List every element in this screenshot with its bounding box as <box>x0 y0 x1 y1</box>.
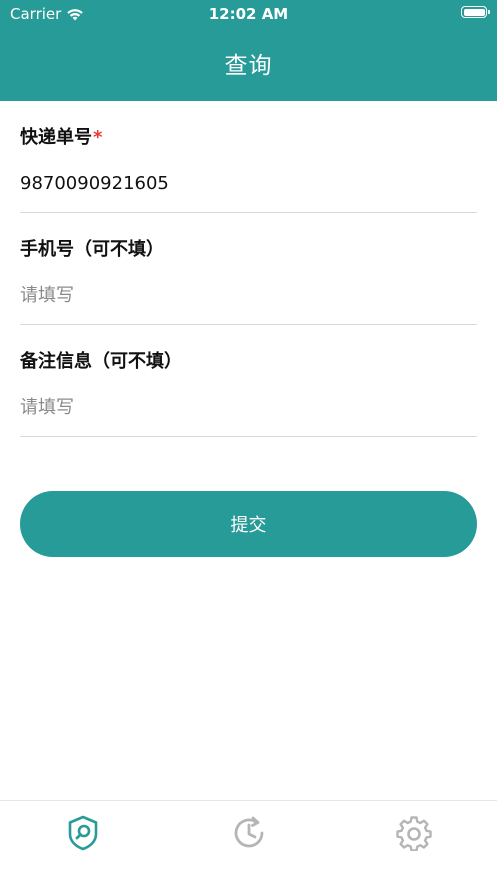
remark-label: 备注信息（可不填） <box>20 351 182 372</box>
tracking-number-label-text: 快递单号 <box>20 127 92 148</box>
tab-query[interactable] <box>63 813 103 853</box>
gear-icon <box>396 816 432 851</box>
app-header: Carrier 12:02 AM 查询 <box>0 0 497 101</box>
submit-button[interactable]: 提交 <box>20 491 477 557</box>
battery-icon <box>461 6 490 18</box>
phone-field: 手机号（可不填） <box>20 213 477 325</box>
history-icon <box>234 816 264 848</box>
phone-input[interactable] <box>20 279 477 311</box>
remark-field: 备注信息（可不填） <box>20 325 477 437</box>
page-title: 查询 <box>224 53 273 79</box>
shield-search-icon <box>68 815 98 851</box>
tab-history[interactable] <box>229 813 269 853</box>
phone-label: 手机号（可不填） <box>20 239 164 260</box>
tracking-number-label: 快递单号* <box>20 123 102 149</box>
tab-bar <box>0 800 497 884</box>
remark-input[interactable] <box>20 391 477 423</box>
tab-settings[interactable] <box>394 813 434 853</box>
tracking-number-input[interactable] <box>20 167 477 199</box>
query-form: 快递单号* 手机号（可不填） 备注信息（可不填） <box>20 101 477 437</box>
tracking-number-field: 快递单号* <box>20 101 477 213</box>
required-mark: * <box>93 127 103 148</box>
status-bar: Carrier 12:02 AM <box>0 0 497 28</box>
status-time: 12:02 AM <box>208 5 289 23</box>
